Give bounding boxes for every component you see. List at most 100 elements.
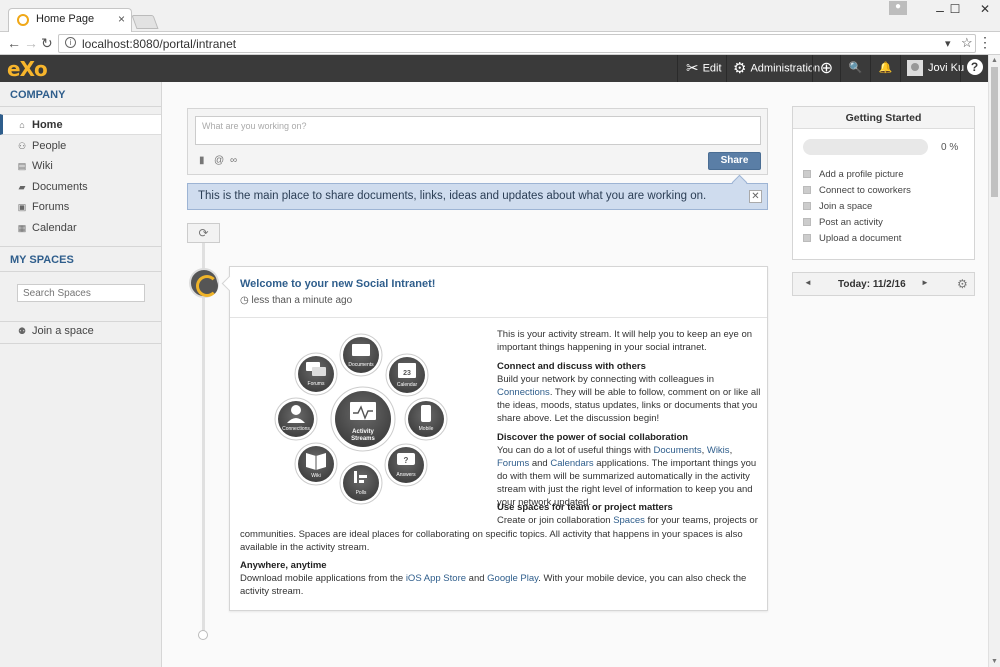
sidebar-item-calendar[interactable]: ▦ Calendar — [0, 218, 161, 239]
share-button[interactable]: Share — [708, 152, 761, 170]
ios-app-store-link[interactable]: iOS App Store — [406, 573, 466, 584]
next-day-icon[interactable]: ► — [921, 278, 929, 287]
diagram-node-polls: Polls — [339, 461, 383, 505]
scroll-thumb[interactable] — [991, 67, 998, 197]
people-icon: ⚇ — [17, 141, 27, 151]
tab-close-icon[interactable]: × — [118, 12, 125, 26]
connections-link[interactable]: Connections — [497, 387, 550, 398]
search-button[interactable]: 🔍 — [840, 55, 870, 82]
exo-logo[interactable]: eXo — [7, 57, 48, 81]
admin-gear-icon: ⚙ — [733, 60, 747, 77]
svg-text:Mobile: Mobile — [419, 426, 434, 432]
profile-icon[interactable]: ● — [889, 1, 907, 15]
task-post-activity[interactable]: Post an activity — [803, 217, 883, 228]
administration-label: Administration — [750, 62, 821, 75]
forums-link[interactable]: Forums — [497, 458, 529, 469]
maximize-button[interactable]: ☐ — [940, 2, 970, 20]
svg-text:Forums: Forums — [308, 381, 325, 387]
divider — [0, 246, 161, 247]
diagram-node-answers: ? Answers — [384, 443, 428, 487]
edit-button[interactable]: ✂ Edit — [677, 55, 730, 82]
diagram-node-documents: Documents — [339, 333, 383, 377]
sidebar-item-home[interactable]: ⌂ Home — [0, 114, 161, 135]
my-spaces-heading[interactable]: MY SPACES — [10, 254, 74, 266]
info-icon[interactable]: i — [65, 37, 76, 48]
timeline-line — [202, 296, 205, 632]
svg-text:Connections: Connections — [282, 426, 310, 432]
notifications-button[interactable]: 🔔 — [870, 55, 900, 82]
activity-time-text: less than a minute ago — [251, 295, 353, 306]
task-upload-document[interactable]: Upload a document — [803, 233, 901, 244]
close-window-button[interactable]: ✕ — [970, 2, 1000, 20]
section-discover: Discover the power of social collaborati… — [497, 431, 762, 509]
extension-icon[interactable]: ▾ — [945, 37, 951, 50]
prev-day-icon[interactable]: ◄ — [804, 278, 812, 287]
progress-bar — [803, 139, 928, 155]
url-input[interactable]: i localhost:8080/portal/intranet ▾ ☆ — [58, 34, 976, 53]
url-text[interactable]: localhost:8080/portal/intranet — [82, 37, 236, 51]
spaces-link[interactable]: Spaces — [613, 515, 645, 526]
section-heading: Anywhere, anytime — [240, 560, 327, 571]
svg-text:Wiki: Wiki — [311, 473, 320, 479]
sidebar-item-people[interactable]: ⚇ People — [0, 136, 161, 157]
task-add-profile-picture[interactable]: Add a profile picture — [803, 169, 904, 180]
documents-link[interactable]: Documents — [654, 445, 702, 456]
social-features-diagram: Activity Streams Documents 23 Calendar M… — [274, 333, 448, 505]
exo-avatar-icon[interactable] — [189, 268, 219, 298]
scroll-up-icon[interactable]: ▲ — [991, 57, 998, 64]
bookmark-star-icon[interactable]: ☆ — [961, 35, 973, 51]
checkbox-icon — [803, 186, 811, 195]
help-button[interactable]: ? — [960, 55, 988, 82]
sidebar-item-forums[interactable]: ▣ Forums — [0, 197, 161, 218]
file-icon[interactable]: ▮ — [199, 155, 205, 166]
browser-tab[interactable]: Home Page × — [8, 8, 132, 32]
checkbox-icon — [803, 170, 811, 179]
calendars-link[interactable]: Calendars — [550, 458, 593, 469]
progress-label: 0 % — [941, 142, 959, 153]
sidebar-item-label: Forums — [32, 201, 70, 213]
user-name: Jovi Ku — [928, 62, 965, 74]
divider — [0, 343, 161, 344]
browser-menu-icon[interactable]: ⋮ — [978, 34, 992, 51]
composer-input[interactable]: What are you working on? — [195, 116, 761, 145]
checkbox-icon — [803, 218, 811, 227]
tools-icon: ✂ — [686, 60, 699, 77]
activity-title[interactable]: Welcome to your new Social Intranet! — [240, 278, 435, 290]
timeline-line — [202, 243, 205, 269]
sidebar-item-wiki[interactable]: ▤ Wiki — [0, 156, 161, 177]
task-join-space[interactable]: Join a space — [803, 201, 872, 212]
today-label[interactable]: Today: 11/2/16 — [838, 279, 906, 290]
task-connect-coworkers[interactable]: Connect to coworkers — [803, 185, 911, 196]
svg-text:23: 23 — [403, 370, 411, 377]
forums-icon: ▣ — [17, 202, 27, 212]
sidebar-item-label: Home — [32, 119, 63, 131]
close-icon[interactable]: ✕ — [749, 190, 762, 203]
add-button[interactable]: ⊕ — [812, 55, 840, 82]
calendar-icon: ▦ — [17, 223, 27, 233]
forward-arrow-icon[interactable]: → — [24, 35, 38, 51]
link-icon[interactable]: ∞ — [230, 155, 237, 166]
search-spaces-input[interactable] — [17, 284, 145, 302]
back-arrow-icon[interactable]: ← — [7, 35, 21, 51]
top-toolbar: eXo ✂ Edit ⚙ Administration ⊕ 🔍 🔔 Jovi Ku … — [0, 55, 988, 82]
address-bar: ← → ↻ i localhost:8080/portal/intranet ▾… — [0, 32, 1000, 55]
wikis-link[interactable]: Wikis — [707, 445, 730, 456]
sidebar-item-documents[interactable]: ▰ Documents — [0, 177, 161, 198]
join-space-link[interactable]: ⚉ Join a space — [0, 321, 161, 342]
section-spaces: Use spaces for team or project matters C… — [497, 501, 762, 527]
section-heading: Discover the power of social collaborati… — [497, 432, 689, 443]
reload-icon[interactable]: ↻ — [41, 35, 53, 52]
svg-text:?: ? — [404, 456, 409, 465]
refresh-button[interactable]: ⟳ — [187, 223, 220, 243]
new-tab-button[interactable] — [131, 15, 159, 29]
google-play-link[interactable]: Google Play — [487, 573, 538, 584]
checkbox-icon — [803, 202, 811, 211]
mention-icon[interactable]: @ — [214, 155, 224, 166]
gear-icon[interactable]: ⚙ — [957, 277, 968, 291]
company-heading[interactable]: COMPANY — [10, 89, 65, 101]
page-scrollbar[interactable]: ▲ ▼ — [988, 55, 1000, 667]
sidebar-item-label: Wiki — [32, 160, 53, 172]
scroll-down-icon[interactable]: ▼ — [991, 658, 998, 665]
edit-label: Edit — [702, 62, 722, 75]
diagram-node-forums: Forums — [294, 352, 338, 396]
